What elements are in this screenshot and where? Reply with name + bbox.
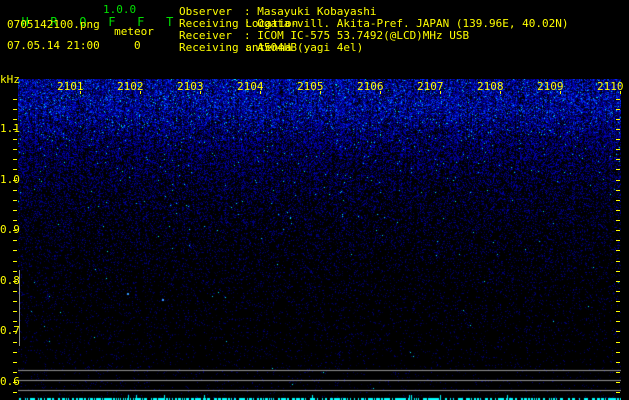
- y-tick: [616, 99, 620, 100]
- y-tick: [13, 230, 17, 231]
- x-tick: [260, 91, 261, 94]
- y-tick: [616, 311, 620, 312]
- y-tick: [616, 331, 620, 332]
- y-tick: [616, 180, 620, 181]
- y-tick: [616, 210, 620, 211]
- x-tick: [80, 91, 81, 94]
- y-tick: [13, 250, 17, 251]
- y-tick: [616, 250, 620, 251]
- y-tick: [616, 392, 620, 393]
- y-tick: [616, 362, 620, 363]
- y-tick: [13, 139, 17, 140]
- y-tick: [13, 149, 17, 150]
- y-tick: [13, 119, 17, 120]
- y-tick: [616, 109, 620, 110]
- y-tick: [616, 119, 620, 120]
- y-tick: [13, 362, 17, 363]
- y-tick: [616, 342, 620, 343]
- y-tick: [13, 311, 17, 312]
- x-tick: [500, 91, 501, 94]
- y-tick: [616, 190, 620, 191]
- y-unit-label: kHz: [0, 73, 20, 86]
- meteor-count: 0: [134, 39, 141, 52]
- y-tick: [616, 271, 620, 272]
- y-tick: [13, 109, 17, 110]
- y-tick: [616, 352, 620, 353]
- y-tick: [13, 281, 17, 282]
- y-tick: [616, 149, 620, 150]
- y-tick: [616, 372, 620, 373]
- y-tick: [616, 240, 620, 241]
- app-version: 1.0.0: [103, 3, 137, 16]
- y-tick: [13, 392, 17, 393]
- y-tick: [13, 240, 17, 241]
- range-marker: [19, 270, 20, 346]
- y-tick: [13, 99, 17, 100]
- y-tick: [616, 220, 620, 221]
- file-name: 0705142100.png: [7, 18, 100, 31]
- y-tick: [13, 382, 17, 383]
- y-tick: [13, 372, 17, 373]
- y-tick: [616, 301, 620, 302]
- y-tick: [13, 271, 17, 272]
- y-tick: [616, 382, 620, 383]
- title-letter: T: [166, 15, 174, 29]
- x-tick: [440, 91, 441, 94]
- y-tick: [13, 180, 17, 181]
- x-tick: [560, 91, 561, 94]
- y-tick: [13, 291, 17, 292]
- y-tick: [13, 321, 17, 322]
- y-tick: [616, 321, 620, 322]
- x-tick: [200, 91, 201, 94]
- y-tick: [616, 291, 620, 292]
- y-tick: [616, 261, 620, 262]
- spectrogram: [18, 79, 621, 400]
- x-tick: [620, 91, 621, 94]
- x-tick: [140, 91, 141, 94]
- y-tick: [616, 230, 620, 231]
- y-tick: [13, 169, 17, 170]
- y-tick: [13, 200, 17, 201]
- y-tick: [616, 159, 620, 160]
- y-tick: [13, 210, 17, 211]
- y-tick: [13, 342, 17, 343]
- file-datetime: 07.05.14 21:00: [7, 39, 100, 52]
- y-tick: [616, 281, 620, 282]
- y-tick: [13, 190, 17, 191]
- x-tick: [320, 91, 321, 94]
- y-tick: [616, 129, 620, 130]
- y-tick: [13, 331, 17, 332]
- y-tick: [616, 169, 620, 170]
- y-tick: [616, 200, 620, 201]
- meteor-label: meteor: [114, 25, 154, 38]
- x-tick: [380, 91, 381, 94]
- y-tick: [13, 352, 17, 353]
- y-tick: [13, 129, 17, 130]
- y-tick: [13, 301, 17, 302]
- y-tick: [13, 220, 17, 221]
- y-tick: [13, 261, 17, 262]
- info-value-antenna: : A504HB(yagi 4el): [244, 41, 364, 54]
- y-tick: [616, 139, 620, 140]
- y-tick: [13, 159, 17, 160]
